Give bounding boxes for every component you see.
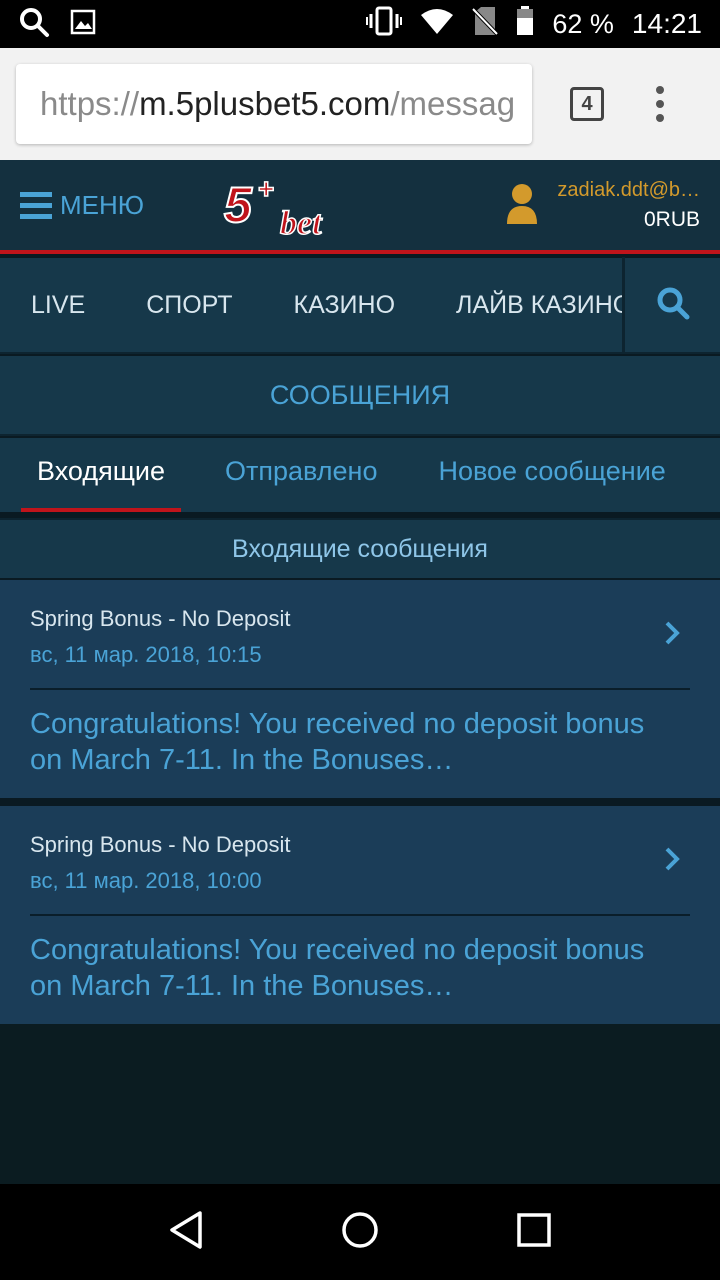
site-header: МЕНЮ 5 + bet zadiak.ddt@b… 0RUB	[0, 160, 720, 254]
divider	[30, 688, 690, 690]
status-bar: 62 % 14:21	[0, 0, 720, 48]
logo[interactable]: 5 + bet	[222, 174, 352, 238]
tab-new-message[interactable]: Новое сообщение	[438, 456, 665, 512]
nav-search-button[interactable]	[622, 257, 720, 353]
home-icon[interactable]	[340, 1210, 380, 1255]
nav-item-sport[interactable]: СПОРТ	[146, 291, 232, 320]
message-tabs: Входящие Отправлено Новое сообщение	[0, 438, 720, 512]
message-preview: Congratulations! You received no deposit…	[30, 934, 645, 1002]
message-date: вс, 11 мар. 2018, 10:15	[30, 642, 262, 667]
hamburger-icon	[20, 191, 52, 219]
menu-label: МЕНЮ	[60, 189, 145, 220]
browser-toolbar: https://m.5plusbet5.com/messag 4	[0, 48, 720, 160]
main-nav: LIVE СПОРТ КАЗИНО ЛАЙВ КАЗИНО	[0, 257, 720, 354]
svg-text:5: 5	[224, 177, 253, 233]
page-title: СООБЩЕНИЯ	[0, 356, 720, 436]
svg-text:bet: bet	[280, 205, 323, 238]
page-background	[0, 1024, 720, 1184]
image-icon	[70, 9, 96, 40]
nav-item-casino[interactable]: КАЗИНО	[294, 291, 396, 320]
no-sim-icon	[471, 6, 499, 43]
section-header: Входящие сообщения	[0, 518, 720, 578]
battery-percent: 62 %	[552, 8, 614, 39]
tab-inbox[interactable]: Входящие	[20, 456, 182, 512]
url-path: /messag	[390, 85, 516, 122]
url-host: m.5plusbet5.com	[139, 85, 391, 122]
nav-item-live[interactable]: LIVE	[31, 291, 85, 320]
url-bar[interactable]: https://m.5plusbet5.com/messag	[16, 64, 532, 144]
clock: 14:21	[631, 8, 702, 39]
menu-button[interactable]: МЕНЮ	[20, 190, 144, 221]
chevron-right-icon[interactable]	[664, 620, 680, 651]
recents-icon[interactable]	[516, 1212, 552, 1253]
battery-icon	[516, 5, 534, 43]
system-nav-bar	[0, 1184, 720, 1280]
account-email: zadiak.ddt@b…	[557, 178, 700, 201]
tab-switcher-button[interactable]: 4	[570, 87, 604, 121]
svg-text:+: +	[258, 174, 274, 204]
message-item[interactable]: Spring Bonus - No Deposit вс, 11 мар. 20…	[0, 580, 720, 798]
account-balance: 0RUB	[643, 207, 700, 231]
message-preview: Congratulations! You received no deposit…	[30, 708, 645, 776]
search-icon	[656, 286, 690, 325]
message-subject: Spring Bonus - No Deposit	[30, 832, 291, 857]
message-item[interactable]: Spring Bonus - No Deposit вс, 11 мар. 20…	[0, 806, 720, 1024]
tab-sent[interactable]: Отправлено	[225, 456, 377, 512]
message-subject: Spring Bonus - No Deposit	[30, 606, 291, 631]
chevron-right-icon[interactable]	[664, 846, 680, 877]
more-options-icon[interactable]	[656, 86, 664, 122]
nav-item-live-casino[interactable]: ЛАЙВ КАЗИНО	[456, 291, 622, 320]
message-date: вс, 11 мар. 2018, 10:00	[30, 868, 262, 893]
divider	[30, 914, 690, 916]
back-icon[interactable]	[168, 1210, 204, 1255]
wifi-icon	[420, 7, 454, 42]
vibrate-icon	[366, 6, 403, 43]
user-icon	[505, 182, 539, 229]
account-info[interactable]: zadiak.ddt@b… 0RUB	[505, 179, 700, 232]
url-scheme: https://	[40, 85, 140, 122]
search-icon	[18, 6, 50, 43]
